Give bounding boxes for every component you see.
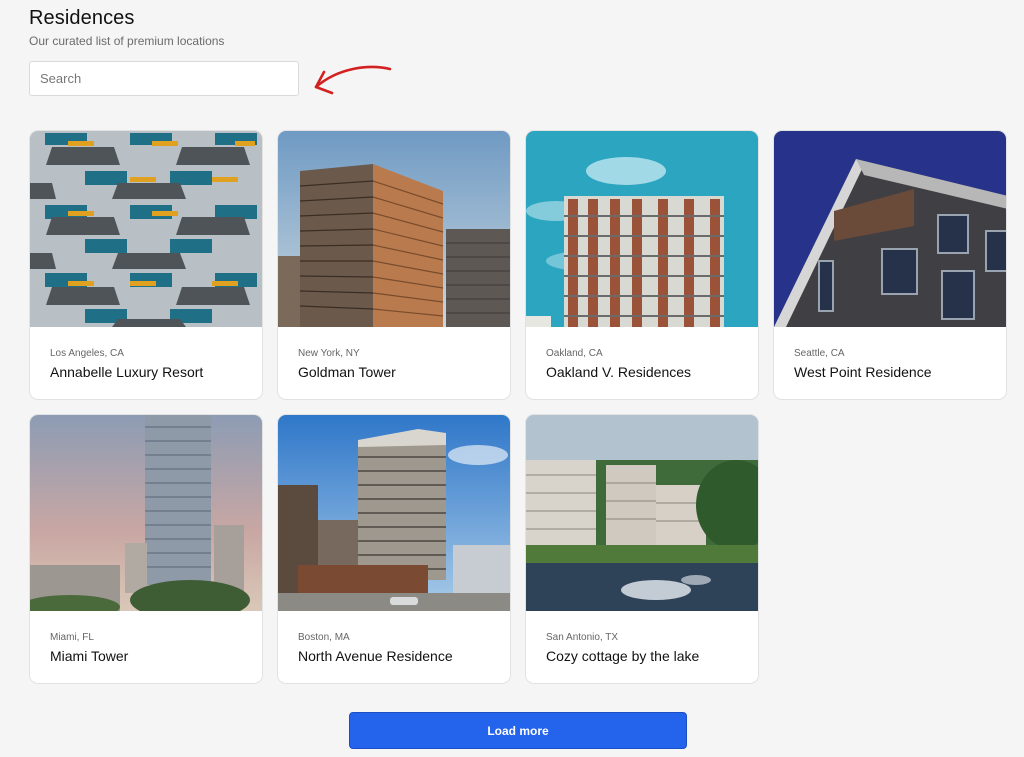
red-arrow-icon — [314, 65, 392, 95]
card-location: San Antonio, TX — [546, 632, 619, 643]
glass-skyscraper-image — [30, 415, 262, 611]
page-title: Residences — [29, 7, 135, 29]
card-location: Seattle, CA — [794, 348, 845, 359]
card-location: New York, NY — [298, 348, 360, 359]
listing-card-2[interactable]: New York, NY Goldman Tower — [277, 130, 511, 400]
building-facade-balconies-image — [30, 131, 262, 327]
listing-card-4[interactable]: Seattle, CA West Point Residence — [773, 130, 1007, 400]
load-more-button[interactable]: Load more — [349, 712, 687, 749]
building-teal-sky-image — [526, 131, 758, 327]
concrete-highrise-image — [278, 415, 510, 611]
brick-towers-image — [278, 131, 510, 327]
card-title: Miami Tower — [50, 648, 129, 664]
listing-card-3[interactable]: Oakland, CA Oakland V. Residences — [525, 130, 759, 400]
card-location: Boston, MA — [298, 632, 350, 643]
search-box[interactable] — [29, 61, 299, 96]
card-location: Oakland, CA — [546, 348, 603, 359]
card-location: Los Angeles, CA — [50, 348, 124, 359]
card-title: West Point Residence — [794, 364, 932, 380]
listing-card-1[interactable]: Los Angeles, CA Annabelle Luxury Resort — [29, 130, 263, 400]
card-title: North Avenue Residence — [298, 648, 453, 664]
card-title: Cozy cottage by the lake — [546, 648, 700, 664]
listing-card-5[interactable]: Miami, FL Miami Tower — [29, 414, 263, 684]
card-location: Miami, FL — [50, 632, 94, 643]
listing-card-6[interactable]: Boston, MA North Avenue Residence — [277, 414, 511, 684]
listing-card-7[interactable]: San Antonio, TX Cozy cottage by the lake — [525, 414, 759, 684]
modern-corner-building-image — [774, 131, 1006, 327]
card-title: Goldman Tower — [298, 364, 396, 380]
card-title: Annabelle Luxury Resort — [50, 364, 204, 380]
lakeside-buildings-image — [526, 415, 758, 611]
page-subtitle: Our curated list of premium locations — [29, 34, 225, 48]
search-input[interactable] — [30, 62, 298, 95]
card-title: Oakland V. Residences — [546, 364, 692, 380]
